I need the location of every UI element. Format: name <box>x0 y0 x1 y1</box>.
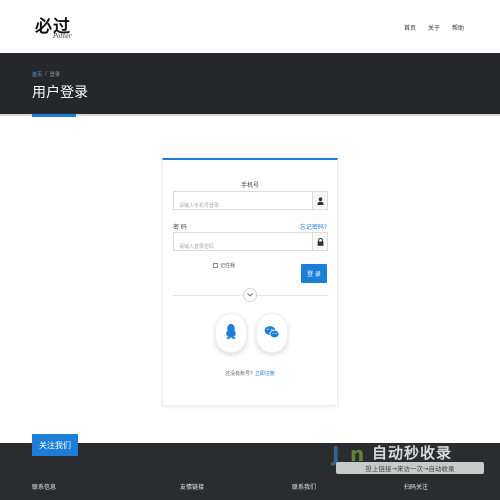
breadcrumb-separator: / <box>45 71 47 77</box>
follow-us-tab: 关注我们 <box>32 434 78 456</box>
password-input-group <box>173 232 328 256</box>
remember-me[interactable]: 记住我 <box>213 262 235 269</box>
nav-about-link[interactable]: 关于 <box>428 23 440 32</box>
logo-subtext: Potter <box>53 33 72 40</box>
register-link[interactable]: 立即注册 <box>255 371 275 377</box>
register-prompt-text: 还没有账号? <box>225 371 253 377</box>
chevron-down-icon[interactable] <box>243 288 257 302</box>
password-label: 密 码 <box>173 224 187 231</box>
site-logo[interactable]: 必过 Potter <box>35 12 95 42</box>
breadcrumb: 首页 / 登录 <box>32 71 60 78</box>
banner-accent-bar <box>32 114 76 117</box>
qq-login-button[interactable] <box>215 313 247 353</box>
user-icon <box>312 192 327 209</box>
remember-me-label: 记住我 <box>220 263 236 269</box>
login-card: 手机号 密 码 忘记密码? 记住我 登 录 <box>162 158 338 406</box>
watermark: J n 自动秒收录 投上链接→来访一次→自动收录 <box>330 440 492 480</box>
password-input[interactable] <box>174 238 312 256</box>
phone-input[interactable] <box>174 197 312 215</box>
watermark-title: 自动秒收录 <box>372 444 453 462</box>
footer-col-contact-info: 联系信息 <box>32 484 57 491</box>
site-header: 必过 Potter 首页 关于 帮助 <box>0 0 500 53</box>
login-button[interactable]: 登 录 <box>301 264 327 283</box>
footer-col-contact-us: 联系我们 <box>292 484 317 491</box>
remember-me-checkbox[interactable] <box>213 263 218 268</box>
nav-home-link[interactable]: 首页 <box>404 23 416 32</box>
wechat-login-button[interactable] <box>256 313 288 353</box>
footer-col-friend-links: 友情链接 <box>180 484 205 491</box>
wechat-icon <box>264 324 280 343</box>
phone-input-group <box>173 191 328 215</box>
nav-help-link[interactable]: 帮助 <box>452 23 464 32</box>
lock-icon <box>312 233 327 250</box>
qq-icon <box>225 323 237 343</box>
breadcrumb-home-link[interactable]: 首页 <box>32 71 42 78</box>
forgot-password-link[interactable]: 忘记密码? <box>300 222 327 231</box>
breadcrumb-current: 登录 <box>49 72 60 78</box>
page-title: 用户登录 <box>32 85 88 101</box>
page-banner: 首页 / 登录 用户登录 <box>0 53 500 114</box>
register-prompt: 还没有账号? 立即注册 <box>163 370 337 377</box>
phone-label: 手机号 <box>240 182 259 189</box>
footer-col-scan-follow: 扫码关注 <box>404 484 429 491</box>
top-nav: 首页 关于 帮助 <box>404 23 464 32</box>
watermark-slogan: 投上链接→来访一次→自动收录 <box>336 462 484 474</box>
